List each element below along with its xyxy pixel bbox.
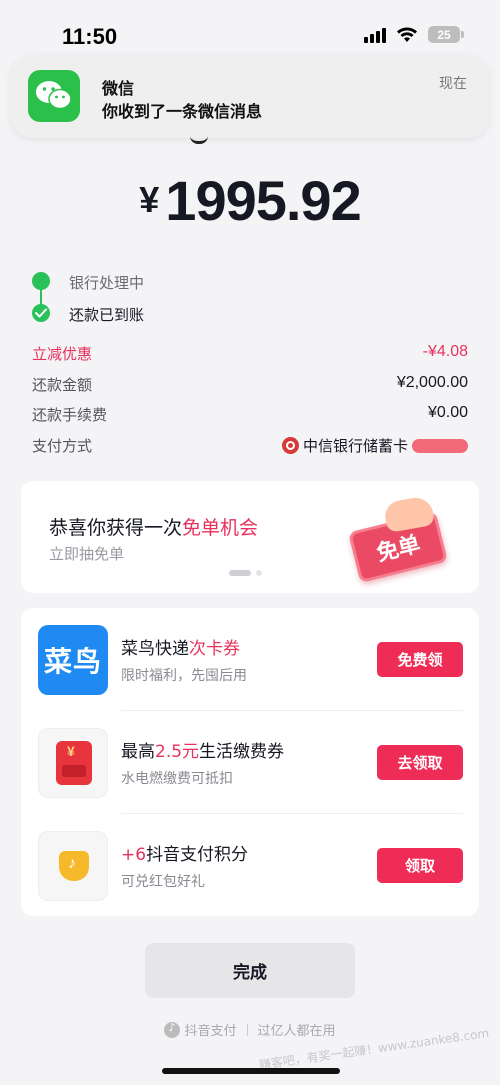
- bank-card-name: 中信银行储蓄卡: [302, 436, 408, 455]
- detail-row-payment-method: 支付方式 中信银行储蓄卡: [32, 435, 468, 466]
- status-icons: 25: [364, 26, 464, 43]
- cainiao-icon-label: 菜鸟: [43, 645, 102, 678]
- coupon-title-highlight: +6: [121, 845, 147, 865]
- douyin-points-icon: ♪: [38, 831, 108, 901]
- promo-title: 恭喜你获得一次免单机会: [49, 513, 258, 540]
- amount-value: 1995.92: [165, 169, 361, 232]
- claim-coupon-button[interactable]: 去领取: [377, 745, 463, 780]
- footer-brand: 抖音支付: [184, 1024, 237, 1039]
- status-time: 11:50: [62, 24, 118, 49]
- coupon-subtitle: 可兑红包好礼: [121, 874, 205, 890]
- bill-coupon-icon: [38, 728, 108, 798]
- coupon-list: 菜鸟 菜鸟快递次卡券 限时福利，先囤后用 免费领 最高2.5元生活缴费券 水电燃…: [21, 608, 479, 916]
- citic-bank-icon: [281, 436, 299, 454]
- list-item: 最高2.5元生活缴费券 水电燃缴费可抵扣 去领取: [21, 711, 479, 814]
- detail-label: 立减优惠: [32, 345, 93, 363]
- detail-row-fee: 还款手续费 ¥0.00: [32, 404, 468, 435]
- free-order-promo-card[interactable]: 恭喜你获得一次免单机会 立即抽免单 免单: [21, 481, 479, 593]
- payment-amount: ¥1995.92: [0, 168, 500, 233]
- detail-value: ¥2,000.00: [396, 373, 468, 391]
- detail-value: ¥0.00: [427, 404, 468, 421]
- notification-time: 现在: [439, 76, 467, 92]
- timeline-step-completed: 还款已到账: [69, 306, 145, 324]
- list-item: 菜鸟 菜鸟快递次卡券 限时福利，先囤后用 免费领: [21, 608, 479, 711]
- home-indicator[interactable]: [162, 1068, 340, 1074]
- detail-value: -¥4.08: [422, 343, 468, 360]
- list-item: ♪ +6抖音支付积分 可兑红包好礼 领取: [21, 814, 479, 917]
- promo-title-highlight: 免单机会: [182, 517, 259, 539]
- carousel-indicator: [229, 570, 262, 576]
- claim-points-button[interactable]: 领取: [377, 848, 463, 883]
- wifi-icon: [397, 27, 417, 42]
- detail-row-discount: 立减优惠 -¥4.08: [32, 343, 468, 374]
- coupon-title-text: 菜鸟快递: [121, 639, 189, 659]
- detail-label: 还款手续费: [32, 406, 108, 424]
- notification-app-name: 微信: [102, 79, 135, 98]
- success-icon-partial: [190, 136, 208, 144]
- battery-icon: 25: [428, 26, 464, 43]
- currency-symbol: ¥: [139, 179, 160, 220]
- coupon-title-highlight: 2.5元: [155, 742, 200, 762]
- payment-method-value: 中信银行储蓄卡: [281, 435, 468, 456]
- coupon-title: 最高2.5元生活缴费券: [121, 737, 284, 762]
- promo-subtitle: 立即抽免单: [49, 545, 125, 563]
- free-order-tag-label: 免单: [374, 531, 423, 567]
- cainiao-icon: 菜鸟: [38, 625, 108, 695]
- free-order-tag-icon: 免单: [348, 495, 451, 584]
- wechat-notification[interactable]: 微信 你收到了一条微信消息 现在: [11, 55, 489, 138]
- detail-label: 支付方式: [32, 436, 93, 455]
- coupon-title: +6抖音支付积分: [121, 840, 248, 865]
- footer-divider: [246, 1024, 248, 1036]
- wechat-icon: [28, 70, 80, 122]
- detail-row-repay-amount: 还款金额 ¥2,000.00: [32, 374, 468, 405]
- footer-slogan: 过亿人都在用: [257, 1024, 336, 1039]
- douyin-pay-logo-icon: [164, 1021, 181, 1038]
- redacted-card-number: [412, 438, 468, 453]
- coupon-title: 菜鸟快递次卡券: [121, 634, 240, 659]
- coupon-subtitle: 限时福利，先囤后用: [121, 668, 247, 684]
- carousel-dot-active: [229, 570, 251, 576]
- promo-title-text: 恭喜你获得一次: [49, 517, 183, 539]
- coupon-title-text: 最高: [121, 742, 155, 762]
- coupon-title-highlight: 次卡券: [189, 639, 240, 659]
- claim-free-button[interactable]: 免费领: [377, 642, 463, 677]
- check-circle-icon: [32, 304, 50, 322]
- timeline-step-processing: 银行处理中: [69, 274, 145, 292]
- coupon-title-suffix: 生活缴费券: [199, 742, 285, 762]
- cellular-signal-icon: [364, 27, 386, 43]
- battery-level: 25: [437, 27, 451, 42]
- coupon-title-suffix: 抖音支付积分: [146, 845, 249, 865]
- detail-label: 还款金额: [32, 375, 93, 394]
- done-button[interactable]: 完成: [145, 943, 355, 998]
- notification-message: 你收到了一条微信消息: [102, 102, 263, 121]
- payment-details: 立减优惠 -¥4.08 还款金额 ¥2,000.00 还款手续费 ¥0.00 支…: [32, 343, 468, 465]
- coupon-subtitle: 水电燃缴费可抵扣: [121, 771, 233, 787]
- carousel-dot: [256, 570, 262, 576]
